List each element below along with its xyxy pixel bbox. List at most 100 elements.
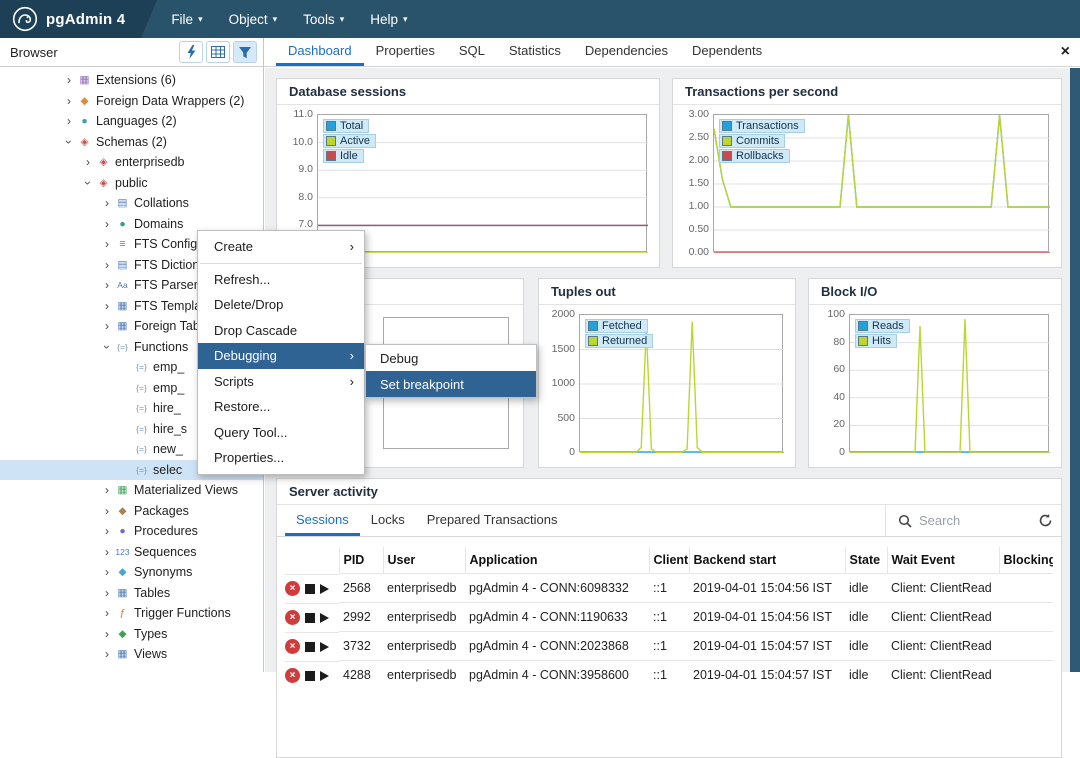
cancel-query-icon[interactable] — [305, 642, 315, 652]
tree-chevron-icon[interactable]: › — [100, 586, 114, 600]
expand-row-icon[interactable] — [320, 584, 329, 594]
terminate-session-icon[interactable]: × — [285, 581, 300, 596]
tree-chevron-icon[interactable]: › — [100, 565, 114, 579]
session-row[interactable]: ×3732enterprisedbpgAdmin 4 - CONN:202386… — [285, 632, 1053, 661]
session-cell — [999, 574, 1053, 603]
tree-chevron-icon[interactable]: › — [62, 114, 76, 128]
tree-item-collations[interactable]: ›▤Collations — [0, 193, 263, 214]
tab-dashboard[interactable]: Dashboard — [276, 38, 364, 66]
cancel-query-icon[interactable] — [305, 671, 315, 681]
terminate-session-icon[interactable]: × — [285, 610, 300, 625]
menu-help[interactable]: Help▾ — [370, 12, 407, 27]
schemas-icon: ◈ — [76, 136, 93, 148]
tree-item-types[interactable]: ›◆Types — [0, 624, 263, 645]
context-menu-item-drop-cascade[interactable]: Drop Cascade — [198, 318, 364, 344]
tree-chevron-icon[interactable]: › — [81, 155, 95, 169]
submenu-item-set-breakpoint[interactable]: Set breakpoint — [366, 371, 536, 397]
tree-item-packages[interactable]: ›◆Packages — [0, 501, 263, 522]
refresh-icon[interactable] — [1038, 513, 1053, 528]
menu-tools[interactable]: Tools▾ — [303, 12, 344, 27]
submenu-arrow-icon: › — [350, 348, 354, 363]
close-icon[interactable]: × — [1061, 43, 1070, 61]
context-menu-item-refresh[interactable]: Refresh... — [198, 267, 364, 293]
tree-chevron-icon[interactable]: › — [100, 606, 114, 620]
legend-label: Transactions — [736, 120, 799, 132]
tree-chevron-icon[interactable]: › — [100, 483, 114, 497]
context-menu-item-restore[interactable]: Restore... — [198, 394, 364, 420]
session-row[interactable]: ×2568enterprisedbpgAdmin 4 - CONN:609833… — [285, 574, 1053, 603]
tree-item-procedures[interactable]: ›●Procedures — [0, 521, 263, 542]
expand-row-icon[interactable] — [320, 671, 329, 681]
tree-chevron-icon[interactable]: › — [62, 73, 76, 87]
tree-chevron-icon[interactable]: › — [100, 524, 114, 538]
context-menu-item-delete-drop[interactable]: Delete/Drop — [198, 292, 364, 318]
terminate-session-icon[interactable]: × — [285, 668, 300, 683]
tree-item-extensions-6[interactable]: ›▦Extensions (6) — [0, 70, 263, 91]
session-cell: pgAdmin 4 - CONN:1190633 — [465, 603, 649, 632]
session-row[interactable]: ×4288enterprisedbpgAdmin 4 - CONN:395860… — [285, 661, 1053, 690]
tab-properties[interactable]: Properties — [364, 38, 447, 66]
activity-tab-sessions[interactable]: Sessions — [285, 505, 360, 536]
expand-row-icon[interactable] — [320, 642, 329, 652]
submenu-item-debug[interactable]: Debug — [366, 345, 536, 371]
search-icon — [898, 514, 912, 528]
tree-item-schemas-2[interactable]: ›◈Schemas (2) — [0, 132, 263, 153]
tab-dependencies[interactable]: Dependencies — [573, 38, 680, 66]
filtered-rows-button[interactable] — [233, 41, 257, 63]
context-menu-item-scripts[interactable]: Scripts› — [198, 369, 364, 395]
tree-chevron-icon[interactable]: › — [100, 299, 114, 313]
tree-chevron-icon[interactable]: › — [81, 176, 95, 190]
transactions-per-second-chart: 3.002.502.001.501.000.500.00Transactions… — [679, 109, 1055, 259]
session-cell: idle — [845, 603, 887, 632]
y-axis-tick-label: 2.00 — [679, 154, 709, 166]
context-menu-item-label: Restore... — [214, 399, 270, 414]
tree-chevron-icon[interactable]: › — [100, 647, 114, 661]
tree-item-trigger-functions[interactable]: ›ƒTrigger Functions — [0, 603, 263, 624]
tree-item-materialized-views[interactable]: ›▦Materialized Views — [0, 480, 263, 501]
tuples-out-chart: 2000150010005000FetchedReturned — [545, 309, 789, 459]
tree-item-public[interactable]: ›◈public — [0, 173, 263, 194]
activity-tab-prepared-transactions[interactable]: Prepared Transactions — [416, 505, 569, 536]
tree-chevron-icon[interactable]: › — [100, 504, 114, 518]
context-menu-item-create[interactable]: Create› — [198, 234, 364, 260]
tab-dependents[interactable]: Dependents — [680, 38, 774, 66]
context-menu-item-debugging[interactable]: Debugging› — [198, 343, 364, 369]
context-menu-item-query-tool[interactable]: Query Tool... — [198, 420, 364, 446]
search-input[interactable] — [919, 513, 1031, 528]
vertical-scrollbar[interactable] — [1070, 68, 1080, 672]
tree-chevron-icon[interactable]: › — [100, 340, 114, 354]
tree-chevron-icon[interactable]: › — [62, 135, 76, 149]
activity-tab-locks[interactable]: Locks — [360, 505, 416, 536]
tree-item-synonyms[interactable]: ›◆Synonyms — [0, 562, 263, 583]
tree-chevron-icon[interactable]: › — [100, 237, 114, 251]
legend-item: Commits — [719, 134, 785, 148]
context-menu-item-label: Drop Cascade — [214, 323, 297, 338]
session-row[interactable]: ×2992enterprisedbpgAdmin 4 - CONN:119063… — [285, 603, 1053, 632]
tab-statistics[interactable]: Statistics — [497, 38, 573, 66]
tree-chevron-icon[interactable]: › — [100, 196, 114, 210]
tree-item-sequences[interactable]: ›123Sequences — [0, 542, 263, 563]
tree-chevron-icon[interactable]: › — [100, 278, 114, 292]
tree-chevron-icon[interactable]: › — [100, 217, 114, 231]
tab-sql[interactable]: SQL — [447, 38, 497, 66]
expand-row-icon[interactable] — [320, 613, 329, 623]
context-menu-item-properties[interactable]: Properties... — [198, 445, 364, 471]
view-data-button[interactable] — [206, 41, 230, 63]
menu-file[interactable]: File▾ — [171, 12, 202, 27]
cancel-query-icon[interactable] — [305, 584, 315, 594]
query-tool-button[interactable] — [179, 41, 203, 63]
tree-chevron-icon[interactable]: › — [100, 627, 114, 641]
terminate-session-icon[interactable]: × — [285, 639, 300, 654]
tree-chevron-icon[interactable]: › — [100, 258, 114, 272]
tree-item-enterprisedb[interactable]: ›◈enterprisedb — [0, 152, 263, 173]
session-cell: 2019-04-01 15:04:57 IST — [689, 632, 845, 661]
tree-item-foreign-data-wrappers-2[interactable]: ›◆Foreign Data Wrappers (2) — [0, 91, 263, 112]
tree-chevron-icon[interactable]: › — [100, 545, 114, 559]
tree-item-views[interactable]: ›▦Views — [0, 644, 263, 665]
tree-item-languages-2[interactable]: ›●Languages (2) — [0, 111, 263, 132]
cancel-query-icon[interactable] — [305, 613, 315, 623]
tree-chevron-icon[interactable]: › — [62, 94, 76, 108]
tree-chevron-icon[interactable]: › — [100, 319, 114, 333]
menu-object[interactable]: Object▾ — [229, 12, 278, 27]
tree-item-tables[interactable]: ›▦Tables — [0, 583, 263, 604]
